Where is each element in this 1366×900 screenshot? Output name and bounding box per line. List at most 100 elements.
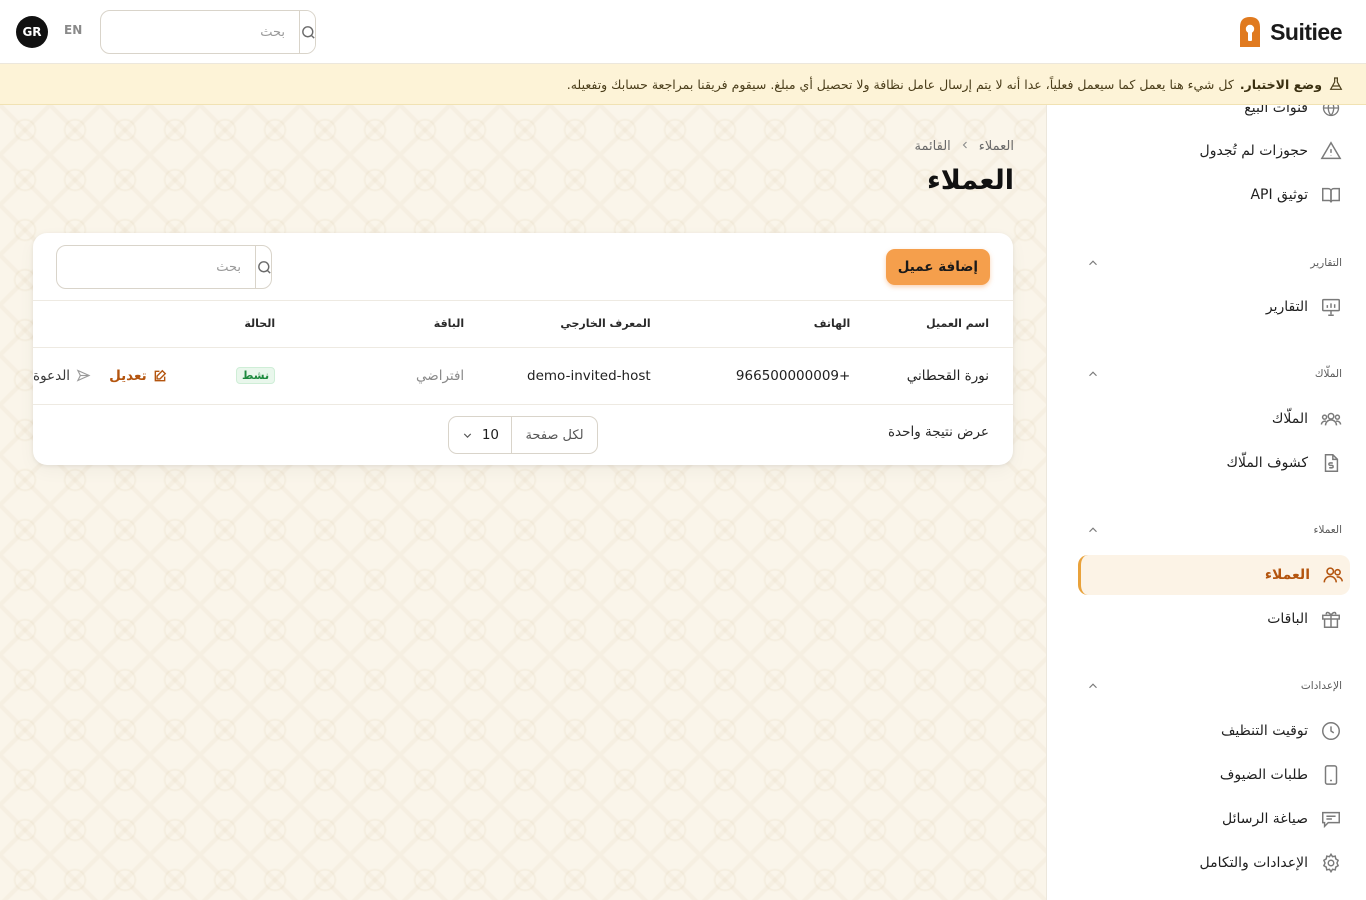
search-icon — [302, 25, 315, 39]
gear-icon — [1320, 852, 1342, 874]
cell-plan: افتراضي — [415, 367, 465, 384]
edit-label: تعديل — [109, 367, 147, 384]
phone-value: 966500000009+ — [735, 367, 851, 384]
global-search — [100, 10, 316, 54]
search-icon — [258, 260, 271, 274]
gift-icon — [1320, 608, 1342, 630]
group-title-label: العملاء — [1313, 524, 1342, 536]
sidebar-item-label: قنوات البيع — [1244, 105, 1308, 116]
edit-customer-button[interactable]: تعديل — [109, 368, 167, 384]
brand-name: Suitiee — [1270, 18, 1342, 45]
sidebar-item-cleaning-timing[interactable]: توقيت التنظيف — [1076, 711, 1348, 751]
cell-external-id: demo-invited-host — [464, 347, 651, 404]
phone-device-icon — [1320, 764, 1342, 786]
column-header-external-id[interactable]: المعرف الخارجي — [464, 301, 650, 347]
column-header-phone[interactable]: الهاتف — [651, 301, 851, 347]
page-title: العملاء — [926, 165, 1014, 196]
banner-label: وضع الاختبار. — [1239, 76, 1322, 92]
sidebar-item-label: التقارير — [1265, 299, 1308, 315]
user-avatar[interactable]: GR — [16, 16, 48, 48]
users-icon — [1320, 408, 1342, 430]
column-header-actions — [33, 301, 183, 347]
group-title-label: التقارير — [1310, 257, 1342, 269]
sidebar-item-reports[interactable]: التقارير — [1076, 287, 1348, 327]
sidebar-group-owners[interactable]: الملّاك — [1086, 364, 1342, 384]
per-page-label: لكل صفحة — [511, 417, 597, 453]
breadcrumb-current: القائمة — [914, 139, 951, 154]
language-switch[interactable]: EN — [64, 23, 82, 37]
banner-message: كل شيء هنا يعمل كما سيعمل فعلياً، عدا أن… — [566, 76, 1234, 92]
chevron-up-icon — [1089, 527, 1097, 533]
chevron-up-icon — [1089, 371, 1097, 377]
sidebar-group-settings[interactable]: الإعدادات — [1086, 676, 1342, 696]
sidebar-item-label: حجوزات لم تُجدول — [1199, 143, 1308, 159]
sidebar-group-customers[interactable]: العملاء — [1086, 520, 1342, 540]
per-page-control: لكل صفحة 10 — [448, 416, 598, 454]
breadcrumb-parent[interactable]: العملاء — [979, 139, 1014, 154]
sidebar-item-customers[interactable]: العملاء — [1078, 555, 1350, 595]
row-actions: تعديل الدعوة — [33, 368, 183, 384]
sidebar-item-plans[interactable]: الباقات — [1076, 599, 1348, 639]
sidebar-item-label: كشوف الملّاك — [1226, 455, 1309, 471]
sidebar-item-label: العملاء — [1264, 567, 1310, 583]
sidebar-item-api-docs[interactable]: توثيق API — [1076, 175, 1348, 215]
column-header-name[interactable]: اسم العميل — [850, 301, 1013, 347]
status-badge: نشط — [236, 367, 276, 384]
sidebar-item-owners[interactable]: الملّاك — [1076, 399, 1348, 439]
table-header-row: اسم العميل الهاتف المعرف الخارجي الباقة … — [33, 301, 1013, 347]
invite-label: الدعوة — [33, 367, 71, 384]
chevron-up-icon — [1089, 683, 1097, 689]
sidebar-item-message-templates[interactable]: صياغة الرسائل — [1076, 799, 1348, 839]
sidebar-group-reports[interactable]: التقارير — [1086, 253, 1342, 273]
customers-table: اسم العميل الهاتف المعرف الخارجي الباقة … — [33, 301, 1013, 405]
keyhole-logo-icon — [1240, 17, 1261, 47]
sidebar-item-label: صياغة الرسائل — [1221, 811, 1308, 827]
table-search-button[interactable] — [255, 246, 271, 288]
table-search-input[interactable] — [57, 246, 255, 288]
table-footer: عرض نتيجة واحدة لكل صفحة 10 — [33, 404, 1013, 465]
result-count: عرض نتيجة واحدة — [887, 424, 989, 440]
column-header-status[interactable]: الحالة — [183, 301, 275, 347]
table-toolbar: إضافة عميل — [33, 233, 1013, 301]
cell-phone: 966500000009+ — [651, 347, 851, 404]
customers-icon — [1322, 564, 1344, 586]
global-search-input[interactable] — [101, 11, 299, 53]
chevron-left-icon — [959, 139, 971, 154]
test-mode-banner: وضع الاختبار. كل شيء هنا يعمل كما سيعمل … — [0, 64, 1366, 105]
brand-logo[interactable]: Suitiee — [1236, 14, 1342, 50]
table-search — [56, 245, 272, 289]
external-id-value: demo-invited-host — [527, 367, 651, 384]
cell-actions: تعديل الدعوة — [33, 347, 183, 404]
sidebar-item-label: توقيت التنظيف — [1220, 723, 1308, 739]
sidebar-item-label: الإعدادات والتكامل — [1199, 855, 1308, 871]
add-customer-button[interactable]: إضافة عميل — [885, 249, 990, 285]
flask-icon — [1329, 77, 1343, 90]
send-icon — [76, 369, 91, 382]
sidebar-item-owner-statements[interactable]: كشوف الملّاك — [1076, 443, 1348, 483]
sidebar: قنوات البيع حجوزات لم تُجدول توثيق API ا… — [1046, 105, 1366, 900]
cell-status: نشط — [183, 347, 276, 404]
sidebar-item-guest-requests[interactable]: طلبات الضيوف — [1076, 755, 1348, 795]
top-bar: Suitiee GR EN — [0, 0, 1366, 64]
cell-customer-name: نورة القحطاني — [906, 367, 989, 384]
sidebar-item-label: الباقات — [1267, 611, 1308, 627]
sidebar-item-sales-channels[interactable]: قنوات البيع — [1076, 105, 1348, 128]
sidebar-item-label: طلبات الضيوف — [1219, 767, 1308, 783]
column-header-plan[interactable]: الباقة — [275, 301, 464, 347]
dollar-document-icon — [1320, 452, 1342, 474]
per-page-value: 10 — [481, 427, 499, 443]
invite-customer-button[interactable]: الدعوة — [33, 368, 91, 384]
sidebar-item-settings-integrations[interactable]: الإعدادات والتكامل — [1076, 843, 1348, 883]
edit-icon — [154, 369, 166, 381]
warning-icon — [1320, 140, 1342, 162]
sidebar-item-label: توثيق API — [1250, 187, 1308, 203]
sidebar-item-unscheduled-bookings[interactable]: حجوزات لم تُجدول — [1076, 131, 1348, 171]
message-icon — [1320, 808, 1342, 830]
breadcrumb: العملاء القائمة — [915, 139, 1014, 154]
customers-table-card: إضافة عميل اسم العميل الهاتف المعرف الخا… — [33, 233, 1013, 465]
table-row[interactable]: نورة القحطاني 966500000009+ demo-invited… — [33, 347, 1013, 404]
clock-icon — [1320, 720, 1342, 742]
per-page-select[interactable]: 10 — [449, 417, 511, 453]
group-title-label: الإعدادات — [1300, 680, 1342, 692]
global-search-button[interactable] — [299, 11, 315, 53]
